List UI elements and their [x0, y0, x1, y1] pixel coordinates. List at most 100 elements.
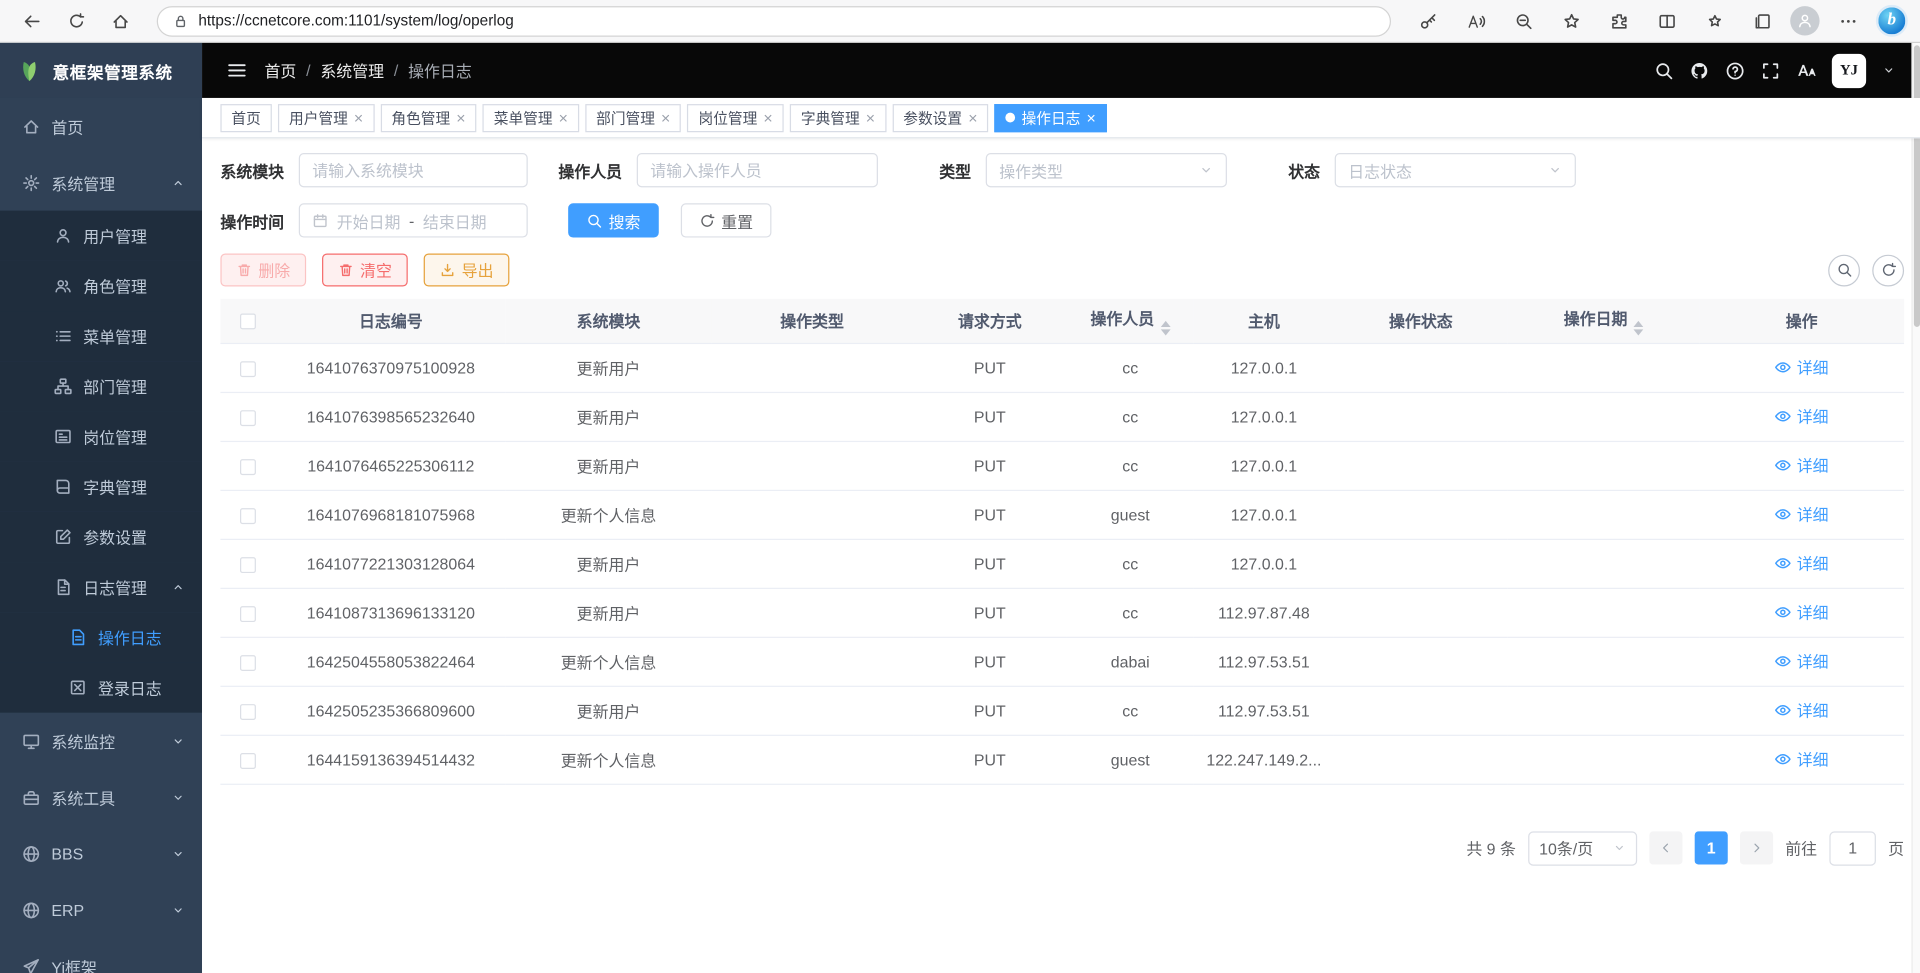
row-checkbox[interactable]: [240, 557, 256, 573]
tab-dict-management[interactable]: 字典管理×: [790, 103, 886, 131]
clear-button[interactable]: 清空: [322, 253, 408, 286]
scrollbar[interactable]: [1911, 43, 1920, 973]
next-page-button[interactable]: [1740, 831, 1773, 864]
split-screen-button[interactable]: [1647, 4, 1686, 38]
sidebar-item-operation-log[interactable]: 操作日志: [0, 612, 202, 662]
status-select[interactable]: 日志状态: [1335, 153, 1576, 187]
operator-input[interactable]: [637, 153, 878, 187]
detail-link[interactable]: 详细: [1775, 502, 1829, 525]
sidebar-item-system-tools[interactable]: 系统工具: [0, 769, 202, 825]
browser-home-button[interactable]: [100, 4, 139, 38]
detail-link[interactable]: 详细: [1775, 355, 1829, 378]
table-refresh-button[interactable]: [1872, 254, 1904, 286]
address-bar[interactable]: https://ccnetcore.com:1101/system/log/op…: [157, 6, 1391, 37]
settings-more-button[interactable]: [1828, 4, 1867, 38]
collections-button[interactable]: [1742, 4, 1781, 38]
row-checkbox[interactable]: [240, 606, 256, 622]
tab-dept-management[interactable]: 部门管理×: [585, 103, 681, 131]
select-all-checkbox[interactable]: [240, 314, 256, 330]
tab-operation-log[interactable]: 操作日志×: [995, 103, 1107, 131]
close-icon[interactable]: ×: [968, 110, 977, 126]
search-button[interactable]: 搜索: [568, 203, 659, 237]
read-aloud-button[interactable]: [1456, 4, 1495, 38]
row-checkbox[interactable]: [240, 361, 256, 377]
tab-post-management[interactable]: 岗位管理×: [687, 103, 783, 131]
sort-carets-icon[interactable]: [1634, 321, 1644, 336]
fullscreen-button[interactable]: [1761, 61, 1781, 81]
sidebar-item-param-settings[interactable]: 参数设置: [0, 512, 202, 562]
row-checkbox[interactable]: [240, 655, 256, 671]
sidebar-item-role-management[interactable]: 角色管理: [0, 261, 202, 311]
font-size-button[interactable]: [1796, 61, 1816, 81]
profile-avatar[interactable]: [1790, 6, 1819, 35]
row-checkbox[interactable]: [240, 459, 256, 475]
row-checkbox[interactable]: [240, 410, 256, 426]
extensions-button[interactable]: [1599, 4, 1638, 38]
sidebar-item-user-management[interactable]: 用户管理: [0, 211, 202, 261]
table-row: 1642504558053822464更新个人信息PUTdabai112.97.…: [220, 637, 1904, 686]
close-icon[interactable]: ×: [866, 110, 875, 126]
sidebar-item-yi-framework[interactable]: Yi框架: [0, 938, 202, 973]
delete-button[interactable]: 删除: [220, 253, 306, 286]
sidebar-item-menu-management[interactable]: 菜单管理: [0, 311, 202, 361]
detail-link[interactable]: 详细: [1775, 747, 1829, 770]
row-checkbox[interactable]: [240, 704, 256, 720]
date-range-picker[interactable]: 开始日期 - 结束日期: [299, 203, 528, 237]
sidebar-item-erp[interactable]: ERP: [0, 882, 202, 938]
user-avatar-logo[interactable]: YJ: [1832, 53, 1866, 87]
module-input[interactable]: [299, 153, 528, 187]
sidebar-item-bbs[interactable]: BBS: [0, 825, 202, 881]
page-size-select[interactable]: 10条/页: [1528, 831, 1637, 865]
export-button[interactable]: 导出: [424, 253, 510, 286]
reload-button[interactable]: [56, 4, 95, 38]
copilot-bing-icon[interactable]: b: [1876, 5, 1908, 37]
sidebar-item-system-management[interactable]: 系统管理: [0, 154, 202, 210]
close-icon[interactable]: ×: [1086, 110, 1095, 126]
search-button[interactable]: [1654, 61, 1674, 81]
sidebar-item-post-management[interactable]: 岗位管理: [0, 411, 202, 461]
sidebar-item-dict-management[interactable]: 字典管理: [0, 462, 202, 512]
row-checkbox[interactable]: [240, 752, 256, 768]
close-icon[interactable]: ×: [661, 110, 670, 126]
row-checkbox[interactable]: [240, 508, 256, 524]
close-icon[interactable]: ×: [763, 110, 772, 126]
detail-link[interactable]: 详细: [1775, 649, 1829, 672]
tab-user-management[interactable]: 用户管理×: [278, 103, 374, 131]
chevron-down-icon[interactable]: [1882, 64, 1895, 77]
question-button[interactable]: [1725, 61, 1745, 81]
zoom-out-button[interactable]: [1504, 4, 1543, 38]
detail-link[interactable]: 详细: [1775, 551, 1829, 574]
close-icon[interactable]: ×: [456, 110, 465, 126]
sidebar-item-login-log[interactable]: 登录日志: [0, 662, 202, 712]
key-button[interactable]: [1408, 4, 1447, 38]
back-button[interactable]: [12, 4, 51, 38]
close-icon[interactable]: ×: [559, 110, 568, 126]
github-button[interactable]: [1690, 61, 1710, 81]
goto-page-input[interactable]: [1829, 831, 1876, 865]
page-number-1[interactable]: 1: [1695, 831, 1728, 864]
breadcrumb-item-system[interactable]: 系统管理: [320, 59, 384, 82]
close-icon[interactable]: ×: [354, 110, 363, 126]
sort-carets-icon[interactable]: [1160, 321, 1170, 336]
sidebar-item-log-management[interactable]: 日志管理: [0, 562, 202, 612]
toggle-search-button[interactable]: [1828, 254, 1860, 286]
favorites-add-button[interactable]: [1551, 4, 1590, 38]
reset-button[interactable]: 重置: [681, 203, 772, 237]
favorites-button[interactable]: [1695, 4, 1734, 38]
breadcrumb-item-home[interactable]: 首页: [264, 59, 296, 82]
detail-link[interactable]: 详细: [1775, 404, 1829, 427]
sidebar-item-home[interactable]: 首页: [0, 98, 202, 154]
type-select[interactable]: 操作类型: [986, 153, 1227, 187]
tab-param-settings[interactable]: 参数设置×: [892, 103, 988, 131]
hamburger-button[interactable]: [227, 60, 248, 81]
tab-menu-management[interactable]: 菜单管理×: [483, 103, 579, 131]
detail-link[interactable]: 详细: [1775, 600, 1829, 623]
detail-link[interactable]: 详细: [1775, 453, 1829, 476]
detail-link[interactable]: 详细: [1775, 698, 1829, 721]
scrollbar-thumb[interactable]: [1914, 45, 1920, 327]
sidebar-item-dept-management[interactable]: 部门管理: [0, 361, 202, 411]
tab-role-management[interactable]: 角色管理×: [380, 103, 476, 131]
tab-home[interactable]: 首页: [220, 103, 271, 131]
prev-page-button[interactable]: [1649, 831, 1682, 864]
sidebar-item-system-monitor[interactable]: 系统监控: [0, 713, 202, 769]
